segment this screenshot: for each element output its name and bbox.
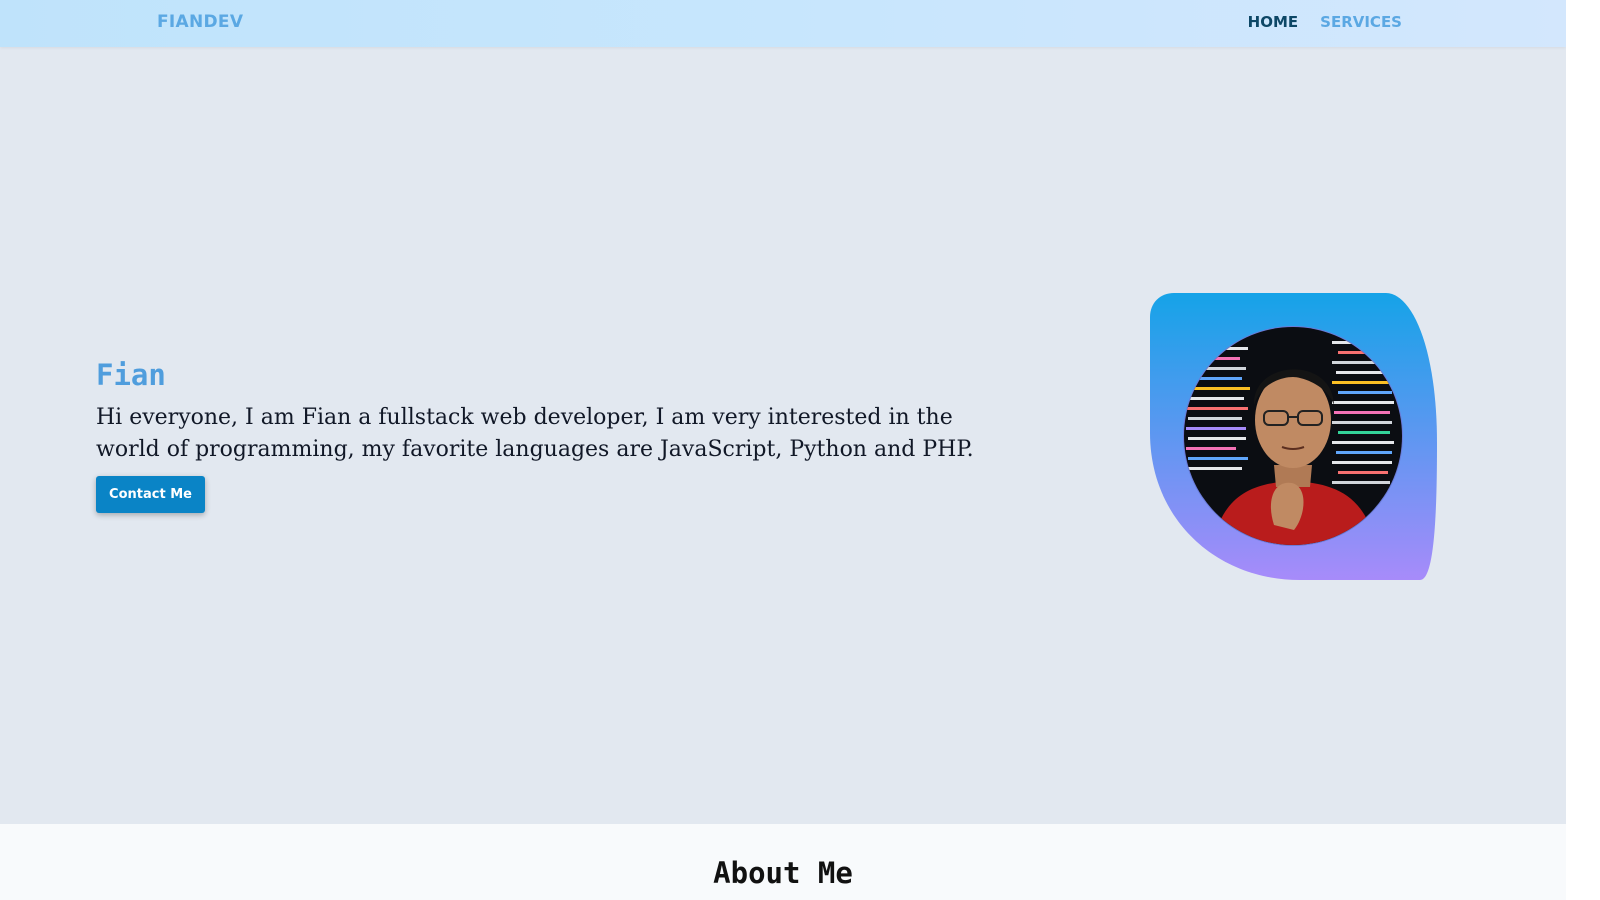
about-title: About Me	[713, 856, 853, 890]
nav-link-services[interactable]: SERVICES	[1320, 13, 1402, 31]
navbar: FIANDEV HOME SERVICES	[0, 0, 1566, 47]
hero-section: Fian Hi everyone, I am Fian a fullstack …	[0, 47, 1566, 824]
page: FIANDEV HOME SERVICES Fian Hi everyone, …	[0, 0, 1566, 900]
hero-description: Hi everyone, I am Fian a fullstack web d…	[96, 405, 974, 462]
about-section: About Me	[0, 824, 1566, 900]
brand-logo-link[interactable]: FIANDEV	[157, 12, 243, 32]
contact-me-button[interactable]: Contact Me	[96, 476, 205, 513]
nav-link-home[interactable]: HOME	[1248, 13, 1298, 31]
profile-photo-icon	[1183, 326, 1403, 546]
nav-links: HOME SERVICES	[1248, 13, 1402, 31]
hero-name: Fian	[96, 358, 166, 392]
